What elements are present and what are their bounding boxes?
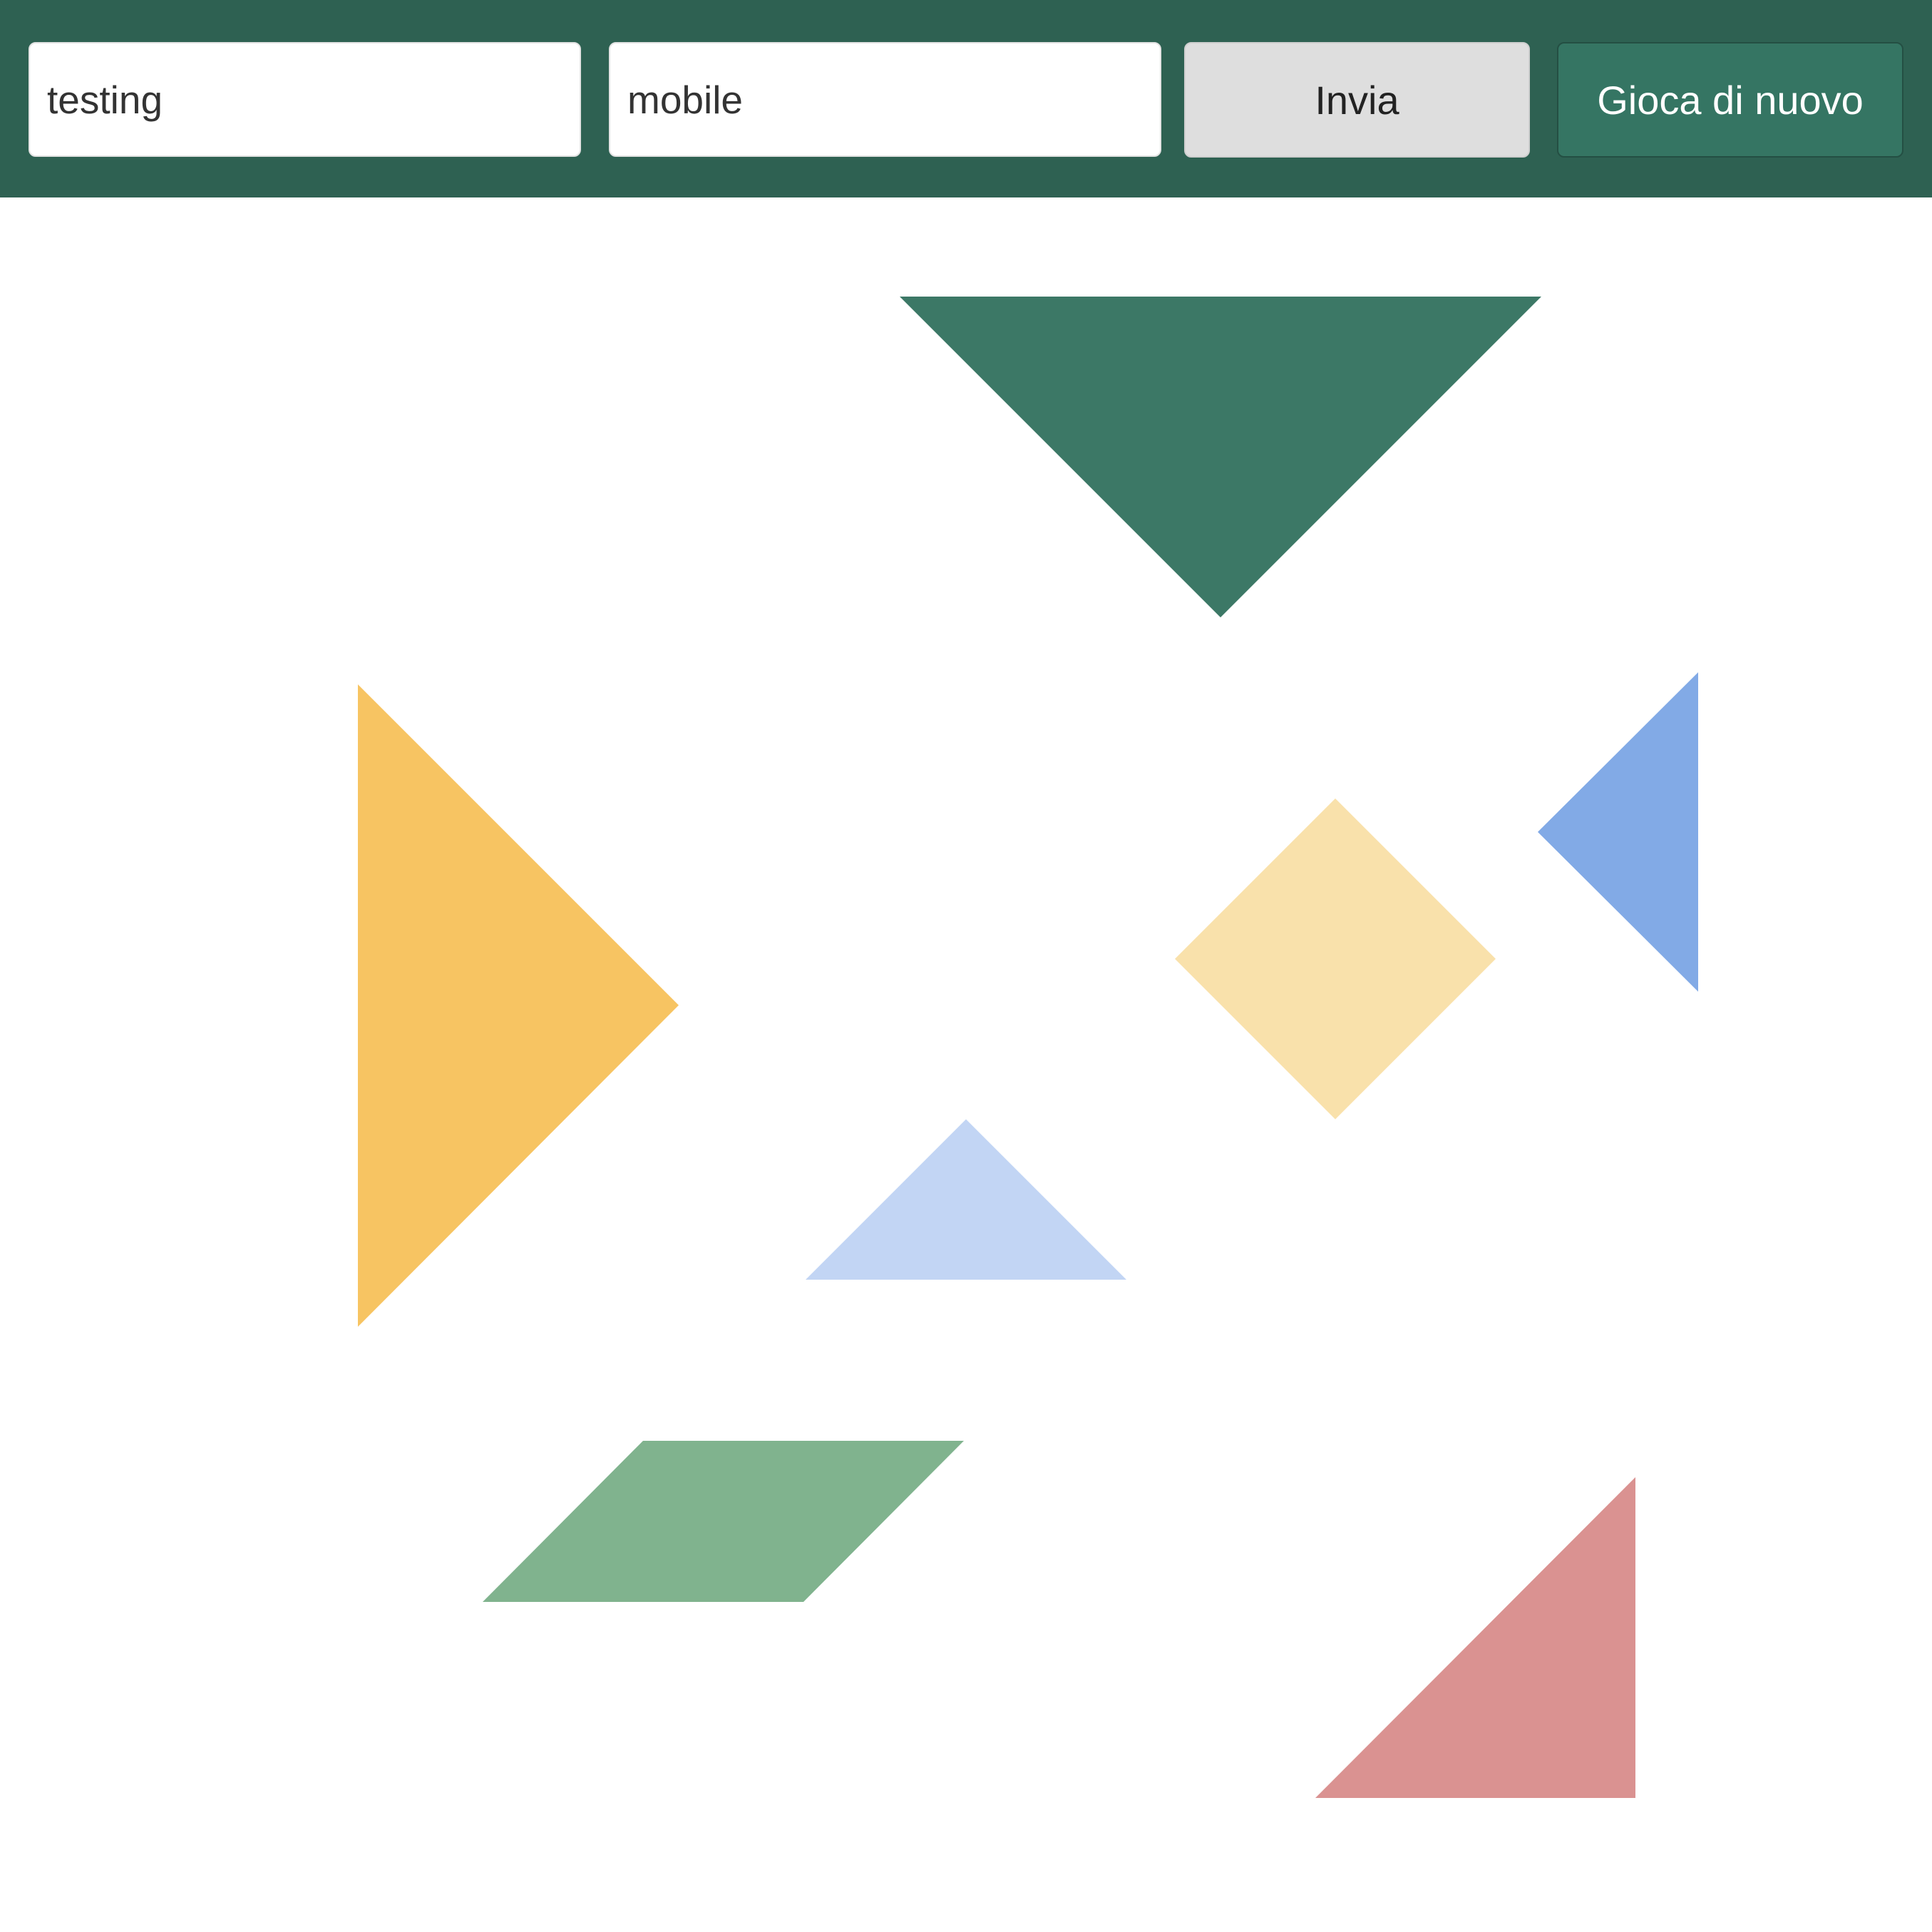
parallelogram-green[interactable] — [483, 1441, 964, 1602]
send-button[interactable]: Invia — [1184, 42, 1530, 158]
medium-triangle-pink[interactable] — [1315, 1477, 1635, 1798]
tangram-board — [358, 297, 1698, 1798]
large-triangle-orange[interactable] — [358, 684, 679, 1327]
word-input-2[interactable] — [609, 42, 1161, 157]
small-triangle-blue[interactable] — [1538, 672, 1698, 992]
top-bar: Invia Gioca di nuovo — [0, 0, 1932, 197]
word-input-1[interactable] — [29, 42, 581, 157]
square-light-yellow[interactable] — [1175, 798, 1496, 1119]
play-again-button[interactable]: Gioca di nuovo — [1557, 42, 1903, 158]
large-triangle-dark-green[interactable] — [900, 297, 1541, 617]
small-triangle-light-blue[interactable] — [806, 1119, 1126, 1280]
